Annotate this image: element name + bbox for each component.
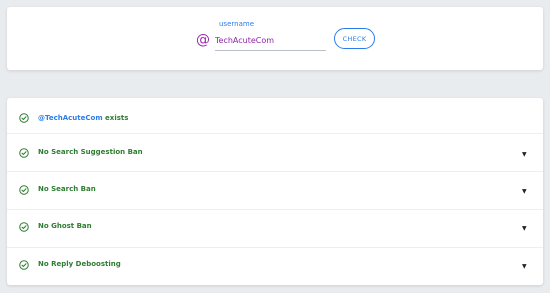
exists-suffix: exists bbox=[102, 114, 129, 122]
check-circle-icon bbox=[19, 113, 29, 123]
check-circle-icon bbox=[19, 185, 29, 195]
results-card: @TechAcuteCom exists No Search Suggestio… bbox=[7, 98, 543, 285]
chevron-down-icon[interactable]: ▼ bbox=[522, 151, 527, 158]
check-circle-icon bbox=[19, 222, 29, 232]
row-label: No Ghost Ban bbox=[38, 222, 92, 230]
result-row-ghost-ban[interactable]: No Ghost Ban ▼ bbox=[7, 210, 543, 248]
username-label: username bbox=[219, 20, 254, 28]
row-label: No Reply Deboosting bbox=[38, 260, 121, 268]
check-circle-icon bbox=[19, 260, 29, 270]
chevron-down-icon[interactable]: ▼ bbox=[522, 225, 527, 232]
username-input[interactable] bbox=[215, 31, 326, 51]
chevron-down-icon[interactable]: ▼ bbox=[522, 188, 527, 195]
username-handle: @TechAcuteCom bbox=[38, 114, 103, 122]
result-row-search-suggestion-ban[interactable]: No Search Suggestion Ban ▼ bbox=[7, 134, 543, 172]
check-button[interactable]: CHECK bbox=[334, 28, 375, 49]
username-form-card: username @ CHECK bbox=[7, 7, 543, 70]
row-label: No Search Suggestion Ban bbox=[38, 148, 143, 156]
at-sign-icon: @ bbox=[196, 32, 210, 48]
chevron-down-icon[interactable]: ▼ bbox=[522, 263, 527, 270]
result-row-search-ban[interactable]: No Search Ban ▼ bbox=[7, 172, 543, 210]
row-label: No Search Ban bbox=[38, 185, 96, 193]
result-row-exists: @TechAcuteCom exists bbox=[7, 98, 543, 134]
check-circle-icon bbox=[19, 148, 29, 158]
exists-label: @TechAcuteCom exists bbox=[38, 114, 128, 122]
result-row-reply-deboosting[interactable]: No Reply Deboosting ▼ bbox=[7, 248, 543, 285]
